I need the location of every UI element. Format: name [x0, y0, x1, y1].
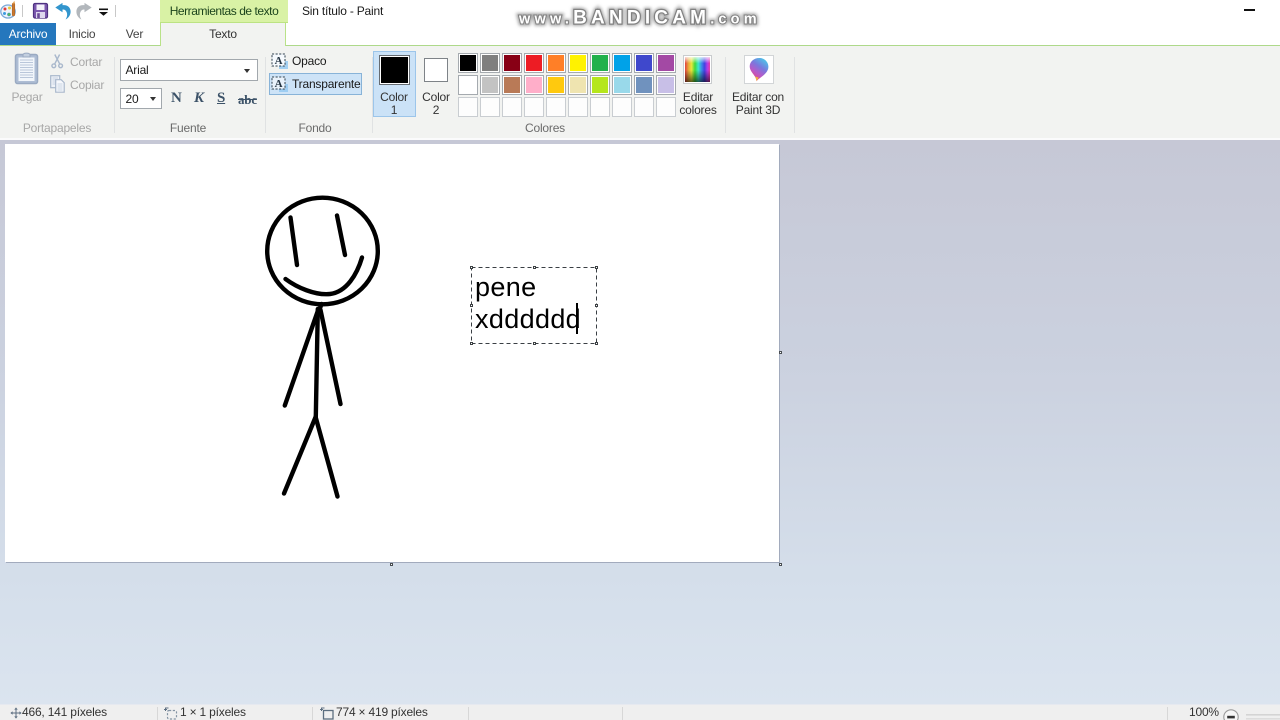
- svg-text:A: A: [275, 55, 283, 67]
- svg-text:www.BANDICAM.com: www.BANDICAM.com: [518, 7, 761, 28]
- svg-text:A: A: [275, 78, 283, 90]
